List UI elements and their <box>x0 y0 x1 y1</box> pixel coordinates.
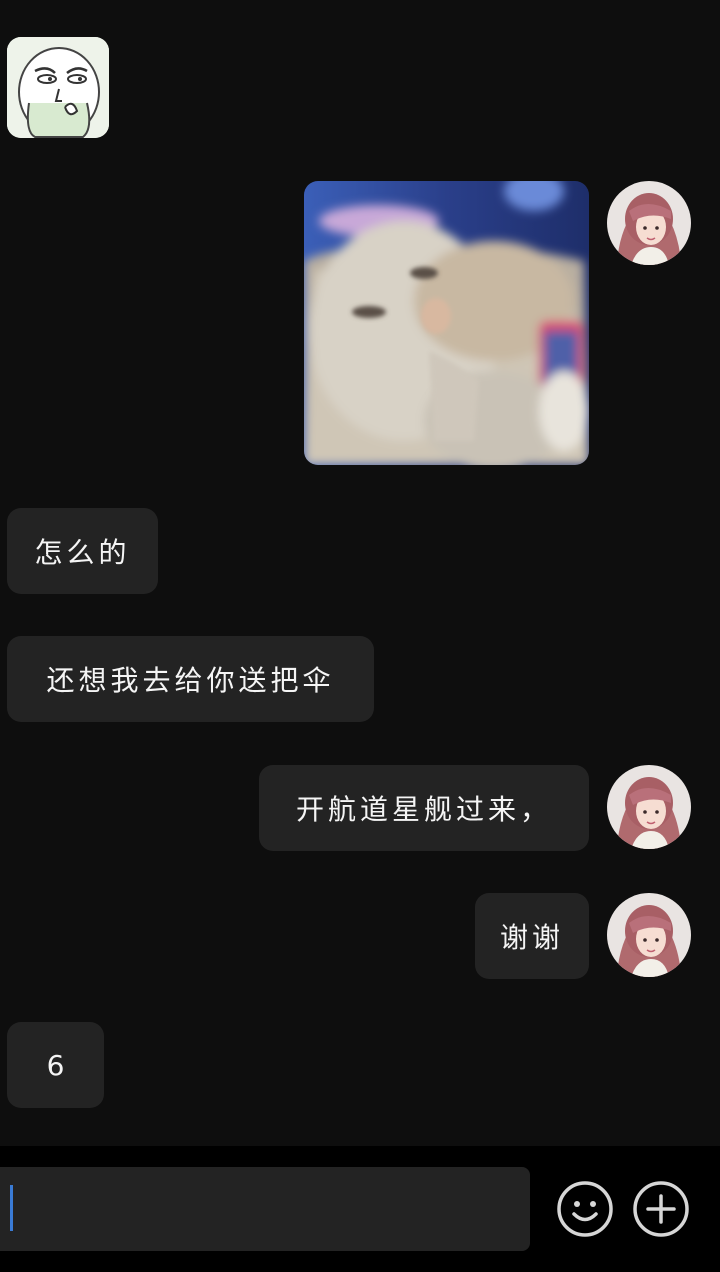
message-text: 还想我去给你送把伞 <box>46 664 335 697</box>
avatar[interactable] <box>607 765 691 849</box>
user-avatar-icon <box>607 893 691 977</box>
message-text: 怎么的 <box>34 536 131 569</box>
smiley-icon <box>557 1181 613 1237</box>
chat-area[interactable]: 怎么的 还想我去给你送把伞 开航道星舰过来， 谢谢 6 <box>0 0 720 1146</box>
user-avatar-icon <box>607 181 691 265</box>
avatar[interactable] <box>607 893 691 977</box>
message-text: 6 <box>46 1048 65 1082</box>
avatar[interactable] <box>607 181 691 265</box>
message-input[interactable] <box>0 1167 530 1251</box>
user-avatar-icon <box>607 765 691 849</box>
face-meme-icon <box>7 37 109 138</box>
message-bubble[interactable]: 谢谢 <box>475 893 589 979</box>
cat-photo[interactable] <box>304 181 589 465</box>
plus-circle-icon <box>633 1181 689 1237</box>
add-button[interactable] <box>633 1181 689 1237</box>
message-text: 开航道星舰过来， <box>295 793 552 826</box>
message-bubble[interactable]: 开航道星舰过来， <box>259 765 589 851</box>
emoji-button[interactable] <box>557 1181 613 1237</box>
message-text: 谢谢 <box>499 921 564 954</box>
message-bubble[interactable]: 还想我去给你送把伞 <box>7 636 374 722</box>
text-caret <box>10 1185 13 1231</box>
message-bubble[interactable]: 怎么的 <box>7 508 158 594</box>
face-meme-sticker[interactable] <box>7 37 109 138</box>
message-bubble[interactable]: 6 <box>7 1022 104 1108</box>
cat-photo-image <box>304 181 589 465</box>
